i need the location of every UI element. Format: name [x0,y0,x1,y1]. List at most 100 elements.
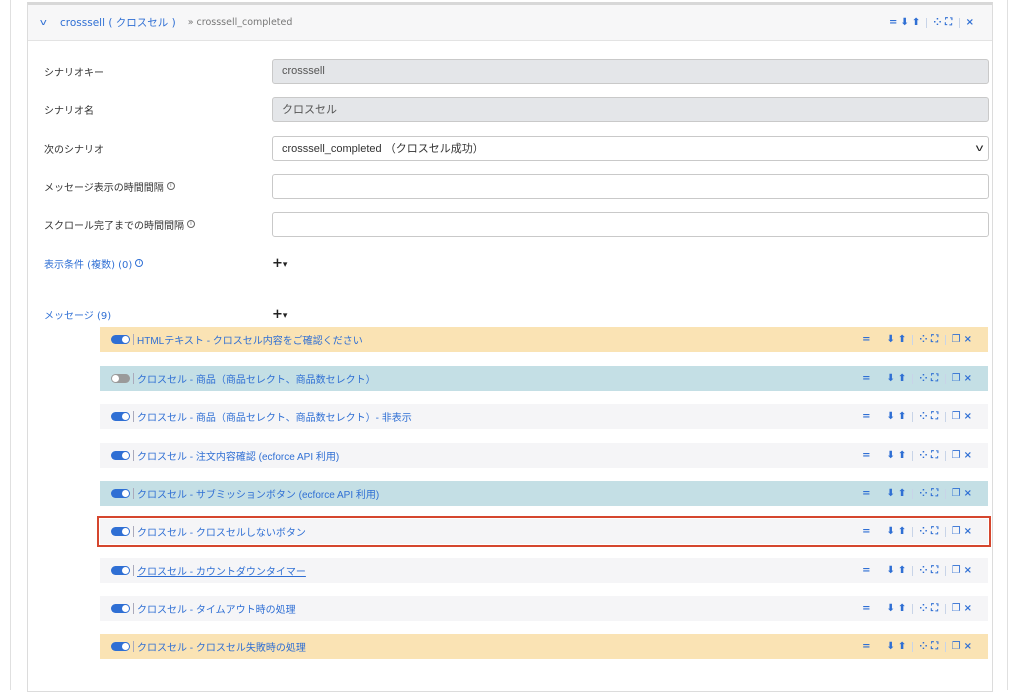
collapse-icon[interactable]: ⁘ [919,334,927,345]
copy-icon[interactable]: ❐ [952,565,961,576]
scenario-header[interactable]: v crosssell ( クロスセル ) » crosssell_comple… [28,5,992,41]
close-icon[interactable]: × [964,334,972,345]
scroll-interval-input[interactable] [272,211,989,237]
collapse-icon[interactable]: ⁘ [919,373,927,384]
enable-toggle[interactable] [111,527,130,536]
message-label[interactable]: クロスセル - タイムアウト時の処理 [137,601,296,616]
message-item[interactable]: クロスセル - タイムアウト時の処理 = ⬇ ⬆ ⁘ ⛶ ❐ × [100,596,988,621]
move-down-icon[interactable]: ⬇ [886,450,894,461]
message-item[interactable]: クロスセル - クロスセルしないボタン = ⬇ ⬆ ⁘ ⛶ ❐ × [97,516,991,547]
expand-icon[interactable]: ⛶ [931,641,939,652]
move-down-icon[interactable]: ⬇ [886,565,894,576]
expand-icon[interactable]: ⛶ [931,411,939,422]
copy-icon[interactable]: ❐ [952,411,961,422]
close-icon[interactable]: × [964,565,972,576]
move-down-icon[interactable]: ⬇ [886,334,894,345]
move-up-icon[interactable]: ⬆ [912,17,920,28]
message-item[interactable]: クロスセル - 商品（商品セレクト、商品数セレクト） = ⬇ ⬆ ⁘ ⛶ ❐ × [100,366,988,391]
collapse-icon[interactable]: ⁘ [919,450,927,461]
info-icon[interactable]: i [135,259,144,267]
messages-label[interactable]: メッセージ (9) [44,307,272,322]
move-down-icon[interactable]: ⬇ [886,373,894,384]
close-icon[interactable]: × [964,411,972,422]
enable-toggle[interactable] [111,374,130,383]
move-down-icon[interactable]: ⬇ [886,526,894,537]
next-scenario-select[interactable]: crosssell_completed （クロスセル成功） v [272,135,989,161]
message-label[interactable]: クロスセル - サブミッションボタン (ecforce API 利用) [137,486,379,501]
collapse-icon[interactable]: ⁘ [919,603,927,614]
move-up-icon[interactable]: ⬆ [898,641,906,652]
message-label[interactable]: クロスセル - クロスセルしないボタン [137,524,306,539]
expand-icon[interactable]: ⛶ [931,488,939,499]
reorder-handle-icon[interactable]: = [889,17,897,28]
enable-toggle[interactable] [111,451,130,460]
close-icon[interactable]: × [964,373,972,384]
reorder-handle-icon[interactable]: = [862,641,870,652]
enable-toggle[interactable] [111,604,130,613]
message-item[interactable]: HTMLテキスト - クロスセル内容をご確認ください = ⬇ ⬆ ⁘ ⛶ ❐ × [100,327,988,352]
move-down-icon[interactable]: ⬇ [900,17,908,28]
close-icon[interactable]: × [964,603,972,614]
message-label[interactable]: クロスセル - 商品（商品セレクト、商品数セレクト） [137,371,376,386]
close-icon[interactable]: × [964,641,972,652]
collapse-icon[interactable]: ⁘ [933,17,941,28]
reorder-handle-icon[interactable]: = [862,411,870,422]
move-up-icon[interactable]: ⬆ [898,373,906,384]
collapse-icon[interactable]: ⁘ [919,565,927,576]
move-up-icon[interactable]: ⬆ [898,488,906,499]
collapse-icon[interactable]: ⁘ [919,488,927,499]
move-up-icon[interactable]: ⬆ [898,411,906,422]
message-label[interactable]: クロスセル - クロスセル失敗時の処理 [137,639,306,654]
reorder-handle-icon[interactable]: = [862,565,870,576]
close-icon[interactable]: × [964,450,972,461]
move-up-icon[interactable]: ⬆ [898,603,906,614]
close-icon[interactable]: × [964,488,972,499]
close-icon[interactable]: × [966,17,974,28]
move-down-icon[interactable]: ⬇ [886,488,894,499]
copy-icon[interactable]: ❐ [952,488,961,499]
message-item[interactable]: クロスセル - 商品（商品セレクト、商品数セレクト）- 非表示 = ⬇ ⬆ ⁘ ⛶ ❐ × [100,404,988,429]
enable-toggle[interactable] [111,335,130,344]
enable-toggle[interactable] [111,642,130,651]
conditions-label-text[interactable]: 表示条件 (複数) (0) [44,256,132,271]
move-down-icon[interactable]: ⬇ [886,411,894,422]
expand-icon[interactable]: ⛶ [931,603,939,614]
message-label[interactable]: クロスセル - 商品（商品セレクト、商品数セレクト）- 非表示 [137,409,412,424]
add-condition-button[interactable]: +▾ [272,256,287,271]
collapse-icon[interactable]: ⁘ [919,526,927,537]
chevron-down-icon[interactable]: v [40,18,58,28]
move-up-icon[interactable]: ⬆ [898,450,906,461]
move-up-icon[interactable]: ⬆ [898,334,906,345]
expand-icon[interactable]: ⛶ [931,526,939,537]
copy-icon[interactable]: ❐ [952,603,961,614]
copy-icon[interactable]: ❐ [952,450,961,461]
copy-icon[interactable]: ❐ [952,526,961,537]
message-item[interactable]: クロスセル - 注文内容確認 (ecforce API 利用) = ⬇ ⬆ ⁘ ⛶ ❐ × [100,443,988,468]
move-down-icon[interactable]: ⬇ [886,603,894,614]
add-message-button[interactable]: +▾ [272,307,287,322]
enable-toggle[interactable] [111,412,130,421]
message-item[interactable]: クロスセル - クロスセル失敗時の処理 = ⬇ ⬆ ⁘ ⛶ ❐ × [100,634,988,659]
expand-icon[interactable]: ⛶ [931,334,939,345]
message-item[interactable]: クロスセル - サブミッションボタン (ecforce API 利用) = ⬇ ⬆ ⁘ ⛶… [100,481,988,506]
collapse-icon[interactable]: ⁘ [919,641,927,652]
message-interval-input[interactable] [272,173,989,199]
copy-icon[interactable]: ❐ [952,641,961,652]
copy-icon[interactable]: ❐ [952,334,961,345]
scenario-title[interactable]: crosssell ( クロスセル ) [60,15,176,30]
expand-icon[interactable]: ⛶ [931,565,939,576]
collapse-icon[interactable]: ⁘ [919,411,927,422]
expand-icon[interactable]: ⛶ [945,17,953,28]
reorder-handle-icon[interactable]: = [862,450,870,461]
move-up-icon[interactable]: ⬆ [898,565,906,576]
enable-toggle[interactable] [111,489,130,498]
info-icon[interactable]: i [166,182,175,190]
move-up-icon[interactable]: ⬆ [898,526,906,537]
enable-toggle[interactable] [111,566,130,575]
info-icon[interactable]: i [187,220,195,228]
reorder-handle-icon[interactable]: = [862,603,870,614]
reorder-handle-icon[interactable]: = [862,334,870,345]
close-icon[interactable]: × [964,526,972,537]
reorder-handle-icon[interactable]: = [862,373,870,384]
copy-icon[interactable]: ❐ [952,373,961,384]
